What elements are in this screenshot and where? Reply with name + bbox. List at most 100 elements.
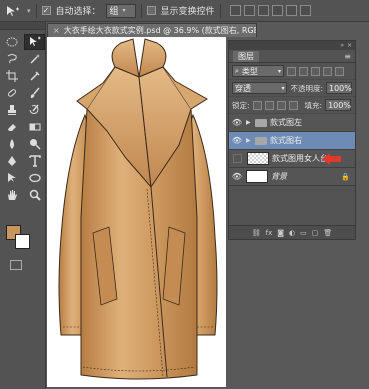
toolbox-grip[interactable] [0, 22, 45, 30]
filter-smart-icon[interactable] [335, 66, 344, 76]
layer-row-group-left[interactable]: 👁 ▶ 款式图左 [229, 114, 355, 132]
new-group-icon[interactable]: ▭ [300, 229, 307, 237]
lasso-tool-icon[interactable] [1, 51, 22, 67]
document-tab[interactable]: × 大衣手绘大衣款式实例.psd @ 36.9% (款式图右, RGB/8) * [47, 23, 257, 37]
tool-preset-arrow-icon[interactable]: ▾ [27, 7, 31, 15]
blur-tool-icon[interactable] [1, 136, 22, 152]
lock-label: 锁定: [232, 100, 250, 110]
toolbox [0, 22, 46, 389]
history-brush-tool-icon[interactable] [24, 102, 45, 118]
filter-type-dropdown[interactable]: ⌕ 类型 ▾ [232, 65, 284, 77]
filter-adjustment-icon[interactable] [299, 66, 308, 76]
lock-row: 锁定: 填充: 100% [229, 97, 355, 114]
auto-select-checkbox[interactable]: ✓ [41, 6, 51, 15]
path-selection-tool-icon[interactable] [1, 170, 22, 186]
search-icon: ⌕ [235, 66, 239, 75]
gradient-tool-icon[interactable] [24, 119, 45, 135]
expand-triangle-icon[interactable]: ▶ [246, 137, 252, 144]
lock-transparent-icon[interactable] [252, 100, 262, 110]
panel-titlebar[interactable]: » × [229, 41, 355, 50]
coat-illustration [58, 38, 218, 380]
folder-icon [255, 136, 267, 145]
move-tool-icon[interactable] [4, 4, 22, 18]
align-top-icon[interactable] [229, 5, 241, 16]
auto-select-dropdown[interactable]: 组 ▾ [105, 3, 136, 18]
layer-name: 背景 [271, 172, 287, 181]
lock-icon: 🔒 [341, 172, 350, 181]
eraser-tool-icon[interactable] [1, 119, 22, 135]
annotation-arrow-left [322, 153, 341, 165]
new-layer-icon[interactable]: ▢ [312, 229, 319, 237]
fill-label: 填充: [304, 100, 323, 110]
align-bottom-icon[interactable] [257, 5, 269, 16]
lock-position-icon[interactable] [276, 100, 286, 110]
marquee-tool-icon[interactable] [1, 34, 22, 50]
panel-menu-icon[interactable]: ≡ [344, 52, 351, 61]
layer-list: 👁 ▶ 款式图左 👁 ▶ 款式图右 款式图用女人台 👁 背景 🔒 [229, 114, 355, 186]
move-tool-button[interactable] [24, 34, 45, 50]
chevron-down-icon: ▾ [122, 7, 126, 14]
magic-wand-tool-icon[interactable] [24, 51, 45, 67]
chevron-down-icon: ▾ [277, 67, 281, 75]
layer-name: 款式图用女人台 [272, 154, 328, 163]
link-layers-icon[interactable]: ⛓ [252, 229, 261, 237]
visibility-toggle-empty[interactable] [233, 154, 242, 163]
align-left-icon[interactable] [271, 5, 283, 16]
zoom-tool-icon[interactable] [24, 187, 45, 203]
blend-row: 穿透 ▾ 不透明度: 100% [229, 80, 355, 97]
show-transform-label: 显示变换控件 [160, 7, 215, 17]
filter-pixel-icon[interactable] [287, 66, 296, 76]
align-vcenter-icon[interactable] [243, 5, 255, 16]
visibility-eye-icon[interactable]: 👁 [231, 117, 243, 129]
visibility-eye-icon[interactable]: 👁 [231, 135, 243, 147]
layer-style-icon[interactable]: fx [266, 229, 273, 237]
pen-tool-icon[interactable] [1, 153, 22, 169]
filter-shape-icon[interactable] [323, 66, 332, 76]
show-transform-checkbox[interactable] [146, 6, 156, 15]
fill-field[interactable]: 100% [325, 99, 352, 111]
layer-name: 款式图左 [270, 118, 302, 127]
layer-row-background[interactable]: 👁 背景 🔒 [229, 168, 355, 186]
layers-panel: » × 图层 ≡ ⌕ 类型 ▾ 穿透 ▾ 不透明度: 100% 锁定: 填充: … [228, 40, 356, 240]
align-buttons [229, 5, 311, 16]
crop-tool-icon[interactable] [1, 68, 22, 84]
shape-tool-icon[interactable] [24, 170, 45, 186]
layer-thumbnail [247, 152, 269, 165]
close-panel-icon[interactable]: × [347, 42, 352, 49]
blend-mode-dropdown[interactable]: 穿透 ▾ [232, 82, 288, 94]
type-tool-icon[interactable] [24, 153, 45, 169]
options-bar: ▾ ✓ 自动选择： 组 ▾ 显示变换控件 [0, 0, 369, 22]
expand-triangle-icon[interactable]: ▶ [246, 119, 252, 126]
background-color-swatch[interactable] [15, 234, 30, 249]
visibility-eye-icon[interactable]: 👁 [231, 171, 243, 183]
layer-name: 款式图右 [270, 136, 302, 145]
opacity-label: 不透明度: [290, 83, 323, 93]
opacity-field[interactable]: 100% [326, 82, 352, 94]
auto-select-label: 自动选择： [55, 7, 101, 17]
lock-image-icon[interactable] [264, 100, 274, 110]
folder-icon [255, 118, 267, 127]
layer-row-group-right[interactable]: 👁 ▶ 款式图右 [229, 132, 355, 150]
align-right-icon[interactable] [299, 5, 311, 16]
close-tab-icon[interactable]: × [53, 26, 60, 35]
adjustment-layer-icon[interactable]: ◐ [289, 229, 295, 237]
document-canvas[interactable] [47, 37, 226, 387]
hand-tool-icon[interactable] [1, 187, 22, 203]
document-tab-title: 大衣手绘大衣款式实例.psd @ 36.9% (款式图右, RGB/8) * [63, 26, 257, 35]
dodge-tool-icon[interactable] [24, 136, 45, 152]
collapse-icon[interactable]: » [340, 42, 344, 49]
lock-all-icon[interactable] [288, 100, 298, 110]
healing-brush-tool-icon[interactable] [1, 85, 22, 101]
eyedropper-tool-icon[interactable] [24, 68, 45, 84]
quick-mask-icon[interactable] [10, 260, 22, 270]
clone-stamp-tool-icon[interactable] [1, 102, 22, 118]
tab-layers[interactable]: 图层 [233, 50, 259, 62]
layer-row-mannequin[interactable]: 款式图用女人台 [229, 150, 355, 168]
layer-thumbnail [246, 170, 268, 183]
add-mask-icon[interactable]: ◙ [277, 229, 284, 237]
brush-tool-icon[interactable] [24, 85, 45, 101]
filter-type-icon[interactable] [311, 66, 320, 76]
delete-layer-icon[interactable]: 🗑 [323, 229, 332, 237]
layer-filter-row: ⌕ 类型 ▾ [229, 63, 355, 80]
align-hcenter-icon[interactable] [285, 5, 297, 16]
